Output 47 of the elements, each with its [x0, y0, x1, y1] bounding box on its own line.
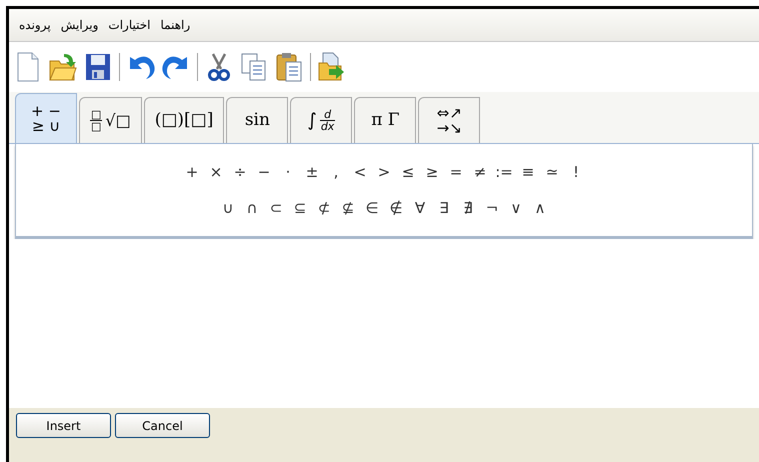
symbol-button[interactable]: ⊂	[265, 199, 287, 217]
symbol-tab[interactable]: sin	[226, 97, 288, 143]
symbol-button[interactable]: ¬	[481, 199, 503, 217]
symbol-button[interactable]: ·	[277, 163, 299, 181]
symbol-button[interactable]: ÷	[229, 163, 251, 181]
symbol-button[interactable]: ≡	[517, 163, 539, 181]
symbol-tab[interactable]: (□)[□]	[144, 97, 224, 143]
symbol-button[interactable]: ≥	[421, 163, 443, 181]
symbol-button[interactable]: !	[565, 163, 587, 181]
menu-item[interactable]: پرونده	[19, 16, 51, 34]
symbol-button[interactable]: ≃	[541, 163, 563, 181]
symbol-button[interactable]: ∨	[505, 199, 527, 217]
symbol-button[interactable]: =	[445, 163, 467, 181]
symbol-button[interactable]: ∃	[433, 199, 455, 217]
symbol-button[interactable]: ∧	[529, 199, 551, 217]
symbol-button[interactable]: ±	[301, 163, 323, 181]
symbol-button[interactable]: ∈	[361, 199, 383, 217]
clipboard-icon[interactable]	[274, 51, 304, 83]
menu-item[interactable]: ویرایش	[60, 16, 98, 34]
symbol-button[interactable]: +	[181, 163, 203, 181]
symbol-tab[interactable]: + − ≥ ∪	[15, 93, 77, 143]
toolbar-separator	[119, 53, 120, 81]
symbol-button[interactable]: ∄	[457, 199, 479, 217]
symbol-button[interactable]: ∉	[385, 199, 407, 217]
symbol-button[interactable]: ⊈	[337, 199, 359, 217]
symbol-button[interactable]: ×	[205, 163, 227, 181]
symbol-tab[interactable]: π Γ	[354, 97, 416, 143]
dialog-button[interactable]: Cancel	[115, 413, 210, 438]
symbol-button[interactable]: ∩	[241, 199, 263, 217]
symbol-button[interactable]: ≠	[469, 163, 491, 181]
dialog-button[interactable]: Insert	[16, 413, 111, 438]
symbol-button[interactable]: ∀	[409, 199, 431, 217]
symbol-button[interactable]: ≤	[397, 163, 419, 181]
symbol-tab[interactable]: ⇔↗ →↘	[418, 97, 480, 143]
menu-item[interactable]: اختیارات	[108, 16, 150, 34]
symbol-button[interactable]: ∪	[217, 199, 239, 217]
toolbar-separator	[310, 53, 311, 81]
symbol-button[interactable]: >	[373, 163, 395, 181]
symbol-button[interactable]: −	[253, 163, 275, 181]
menu-item[interactable]: راهنما	[160, 16, 190, 34]
folder-icon[interactable]	[48, 51, 78, 83]
symbol-button[interactable]: :=	[493, 163, 515, 181]
toolbar-separator	[197, 53, 198, 81]
symbol-button[interactable]: <	[349, 163, 371, 181]
symbol-button[interactable]: ⊆	[289, 199, 311, 217]
symbol-button[interactable]: ,	[325, 163, 347, 181]
symbol-button[interactable]: ⊄	[313, 199, 335, 217]
